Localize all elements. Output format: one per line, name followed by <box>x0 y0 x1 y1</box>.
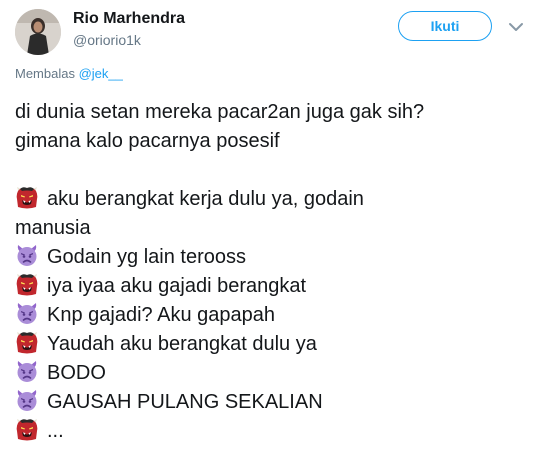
tweet-line: aku berangkat kerja dulu ya, godain <box>15 185 540 214</box>
angry-devil-emoji-icon <box>15 243 39 267</box>
ogre-emoji-icon <box>15 185 39 209</box>
tweet-line-text: di dunia setan mereka pacar2an juga gak … <box>15 101 425 123</box>
angry-devil-emoji-icon <box>15 359 39 383</box>
tweet-line-text: Knp gajadi? Aku gapapah <box>47 304 275 326</box>
tweet-line: Yaudah aku berangkat dulu ya <box>15 330 540 359</box>
reply-mention-link[interactable]: @jek__ <box>79 66 123 81</box>
reply-context-label: Membalas <box>15 66 75 81</box>
avatar[interactable] <box>15 9 61 55</box>
tweet-text: di dunia setan mereka pacar2an juga gak … <box>15 98 540 446</box>
tweet-line: gimana kalo pacarnya posesif <box>15 127 540 156</box>
tweet-line: manusia <box>15 214 540 243</box>
tweet-line: Knp gajadi? Aku gapapah <box>15 301 540 330</box>
tweet-line-text: aku berangkat kerja dulu ya, godain <box>47 188 364 210</box>
reply-context: Membalas @jek__ <box>15 66 123 81</box>
tweet-line: iya iyaa aku gajadi berangkat <box>15 272 540 301</box>
author-handle[interactable]: @oriorio1k <box>73 32 141 48</box>
tweet-line: BODO <box>15 359 540 388</box>
tweet-line: GAUSAH PULANG SEKALIAN <box>15 388 540 417</box>
tweet-line: Godain yg lain terooss <box>15 243 540 272</box>
tweet-line: di dunia setan mereka pacar2an juga gak … <box>15 98 540 127</box>
tweet-line-text: ... <box>47 420 64 442</box>
author-name[interactable]: Rio Marhendra <box>73 10 185 28</box>
tweet-line-text: Yaudah aku berangkat dulu ya <box>47 333 317 355</box>
follow-button[interactable]: Ikuti <box>398 11 492 41</box>
tweet-line-text: manusia <box>15 217 91 239</box>
tweet-line-text: Godain yg lain terooss <box>47 246 247 268</box>
tweet-line-text: BODO <box>47 362 106 384</box>
angry-devil-emoji-icon <box>15 301 39 325</box>
tweet-line: ... <box>15 417 540 446</box>
tweet-line-text: GAUSAH PULANG SEKALIAN <box>47 391 323 413</box>
chevron-down-icon[interactable] <box>507 20 525 34</box>
angry-devil-emoji-icon <box>15 388 39 412</box>
tweet-line <box>15 156 540 185</box>
tweet-line-text: iya iyaa aku gajadi berangkat <box>47 275 307 297</box>
ogre-emoji-icon <box>15 272 39 296</box>
ogre-emoji-icon <box>15 417 39 441</box>
tweet-line-text: gimana kalo pacarnya posesif <box>15 130 280 152</box>
ogre-emoji-icon <box>15 330 39 354</box>
